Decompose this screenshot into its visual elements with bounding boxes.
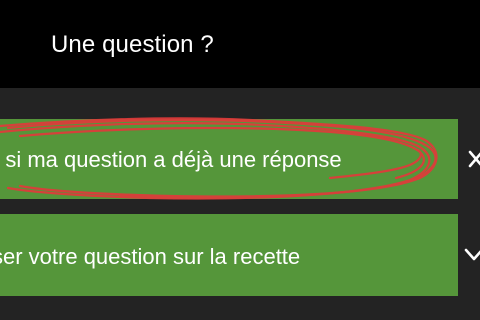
faq-item-label: ir si ma question a déjà une réponse bbox=[0, 147, 342, 172]
faq-item-ask-question[interactable]: ser votre question sur la recette bbox=[0, 214, 458, 296]
close-icon[interactable] bbox=[468, 149, 480, 171]
faq-item-check-existing-answer[interactable]: ir si ma question a déjà une réponse bbox=[0, 119, 458, 199]
header-bar: Une question ? bbox=[0, 0, 480, 88]
faq-item-label: ser votre question sur la recette bbox=[0, 244, 301, 269]
page-title: Une question ? bbox=[51, 31, 214, 58]
chevron-down-icon[interactable] bbox=[463, 247, 480, 263]
